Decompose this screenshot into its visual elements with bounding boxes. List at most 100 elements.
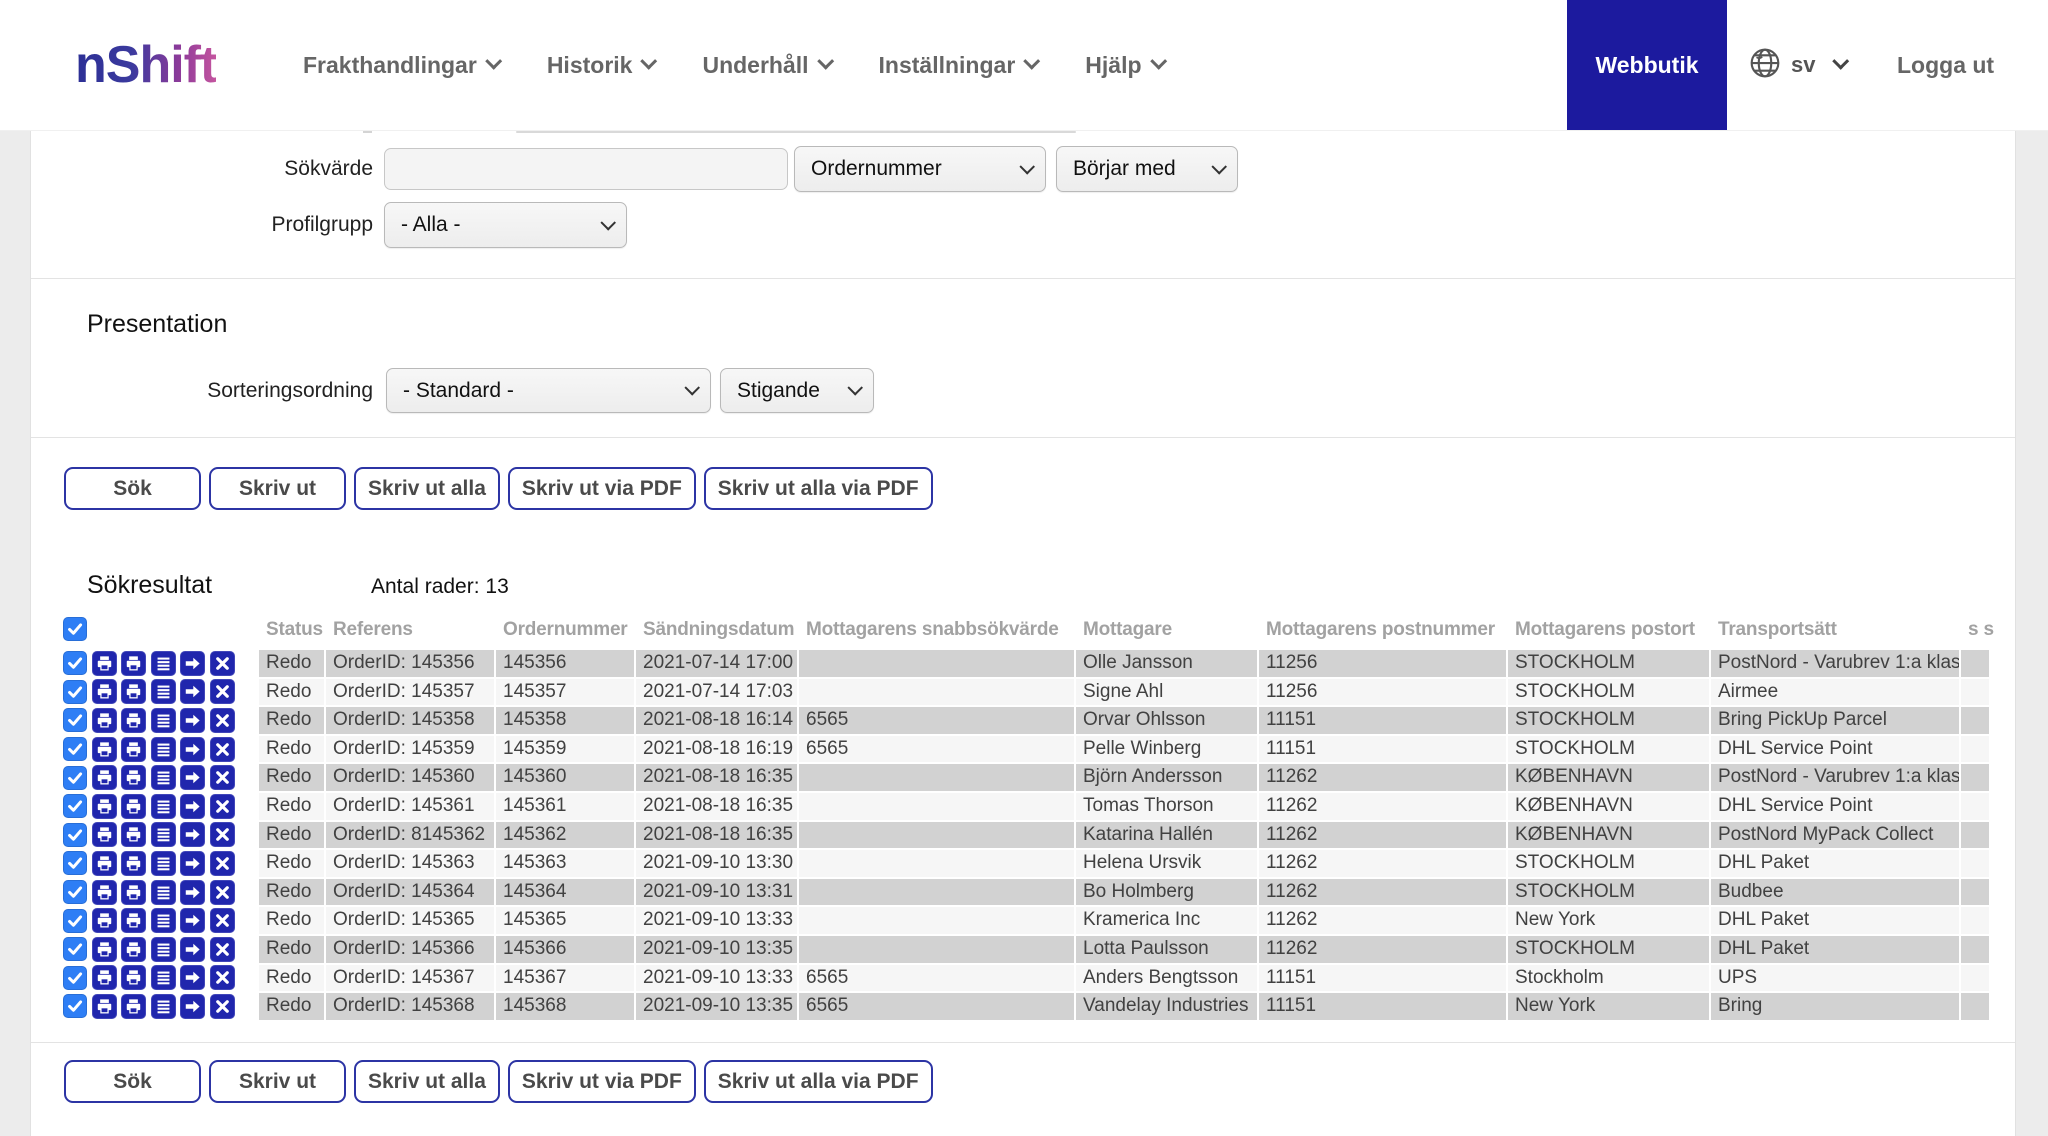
details-button[interactable] — [151, 765, 176, 790]
print-button[interactable] — [92, 937, 117, 962]
print-alt-button[interactable] — [121, 908, 146, 933]
nav-item-frakthandlingar[interactable]: Frakthandlingar — [303, 52, 499, 79]
delete-button[interactable] — [210, 794, 235, 819]
details-button[interactable] — [151, 822, 176, 847]
details-button[interactable] — [151, 994, 176, 1019]
print-alt-button[interactable] — [121, 794, 146, 819]
delete-button[interactable] — [210, 822, 235, 847]
print-button[interactable] — [92, 851, 117, 876]
print-alt-button[interactable] — [121, 851, 146, 876]
match-type-select[interactable]: Börjar med — [1056, 146, 1238, 192]
forward-button[interactable] — [180, 765, 205, 790]
nav-item-underh-ll[interactable]: Underhåll — [702, 52, 830, 79]
forward-button[interactable] — [180, 937, 205, 962]
details-button[interactable] — [151, 937, 176, 962]
webbutik-button[interactable]: Webbutik — [1567, 0, 1727, 130]
skriv-ut-button[interactable]: Skriv ut — [209, 1060, 346, 1103]
search-field-select[interactable]: Ordernummer — [794, 146, 1046, 192]
nav-item-hj-lp[interactable]: Hjälp — [1085, 52, 1163, 79]
row-checkbox[interactable] — [63, 880, 87, 904]
details-button[interactable] — [151, 651, 176, 676]
profilgrupp-select[interactable]: - Alla - — [384, 202, 627, 248]
row-checkbox[interactable] — [63, 680, 87, 704]
row-checkbox[interactable] — [63, 794, 87, 818]
row-checkbox[interactable] — [63, 851, 87, 875]
delete-button[interactable] — [210, 994, 235, 1019]
nshift-logo[interactable]: nShift — [75, 0, 216, 130]
skriv-ut-via-pdf-button[interactable]: Skriv ut via PDF — [508, 467, 696, 510]
delete-button[interactable] — [210, 765, 235, 790]
print-alt-button[interactable] — [121, 994, 146, 1019]
sort-select[interactable]: - Standard - — [386, 368, 711, 413]
delete-button[interactable] — [210, 908, 235, 933]
details-button[interactable] — [151, 965, 176, 990]
forward-button[interactable] — [180, 965, 205, 990]
details-button[interactable] — [151, 708, 176, 733]
print-alt-button[interactable] — [121, 765, 146, 790]
print-button[interactable] — [92, 908, 117, 933]
forward-button[interactable] — [180, 994, 205, 1019]
details-button[interactable] — [151, 737, 176, 762]
row-checkbox[interactable] — [63, 823, 87, 847]
language-selector[interactable]: sv — [1748, 0, 1846, 130]
delete-button[interactable] — [210, 679, 235, 704]
row-checkbox[interactable] — [63, 651, 87, 675]
print-alt-button[interactable] — [121, 708, 146, 733]
print-button[interactable] — [92, 880, 117, 905]
sokvarde-input[interactable] — [384, 148, 788, 190]
print-button[interactable] — [92, 708, 117, 733]
delete-button[interactable] — [210, 737, 235, 762]
row-checkbox[interactable] — [63, 937, 87, 961]
print-alt-button[interactable] — [121, 822, 146, 847]
row-checkbox[interactable] — [63, 909, 87, 933]
details-button[interactable] — [151, 679, 176, 704]
print-button[interactable] — [92, 737, 117, 762]
print-button[interactable] — [92, 994, 117, 1019]
nav-item-historik[interactable]: Historik — [547, 52, 655, 79]
logout-link[interactable]: Logga ut — [1897, 0, 1994, 130]
print-button[interactable] — [92, 651, 117, 676]
forward-button[interactable] — [180, 908, 205, 933]
details-button[interactable] — [151, 794, 176, 819]
forward-button[interactable] — [180, 679, 205, 704]
delete-button[interactable] — [210, 880, 235, 905]
forward-button[interactable] — [180, 880, 205, 905]
skriv-ut-alla-button[interactable]: Skriv ut alla — [354, 467, 500, 510]
print-button[interactable] — [92, 965, 117, 990]
details-button[interactable] — [151, 851, 176, 876]
row-checkbox[interactable] — [63, 766, 87, 790]
forward-button[interactable] — [180, 708, 205, 733]
print-alt-button[interactable] — [121, 679, 146, 704]
nav-item-inst-llningar[interactable]: Inställningar — [879, 52, 1038, 79]
forward-button[interactable] — [180, 851, 205, 876]
delete-button[interactable] — [210, 708, 235, 733]
delete-button[interactable] — [210, 651, 235, 676]
row-checkbox[interactable] — [63, 994, 87, 1018]
print-button[interactable] — [92, 822, 117, 847]
skriv-ut-via-pdf-button[interactable]: Skriv ut via PDF — [508, 1060, 696, 1103]
print-button[interactable] — [92, 679, 117, 704]
delete-button[interactable] — [210, 937, 235, 962]
direction-select[interactable]: Stigande — [720, 368, 874, 413]
skriv-ut-alla-button[interactable]: Skriv ut alla — [354, 1060, 500, 1103]
print-button[interactable] — [92, 794, 117, 819]
skriv-ut-button[interactable]: Skriv ut — [209, 467, 346, 510]
print-alt-button[interactable] — [121, 937, 146, 962]
print-button[interactable] — [92, 765, 117, 790]
print-alt-button[interactable] — [121, 651, 146, 676]
sok-button[interactable]: Sök — [64, 1060, 201, 1103]
print-alt-button[interactable] — [121, 965, 146, 990]
skriv-ut-alla-via-pdf-button[interactable]: Skriv ut alla via PDF — [704, 467, 933, 510]
forward-button[interactable] — [180, 651, 205, 676]
delete-button[interactable] — [210, 851, 235, 876]
forward-button[interactable] — [180, 794, 205, 819]
forward-button[interactable] — [180, 737, 205, 762]
row-checkbox[interactable] — [63, 966, 87, 990]
print-alt-button[interactable] — [121, 737, 146, 762]
sok-button[interactable]: Sök — [64, 467, 201, 510]
forward-button[interactable] — [180, 822, 205, 847]
details-button[interactable] — [151, 880, 176, 905]
skriv-ut-alla-via-pdf-button[interactable]: Skriv ut alla via PDF — [704, 1060, 933, 1103]
details-button[interactable] — [151, 908, 176, 933]
delete-button[interactable] — [210, 965, 235, 990]
